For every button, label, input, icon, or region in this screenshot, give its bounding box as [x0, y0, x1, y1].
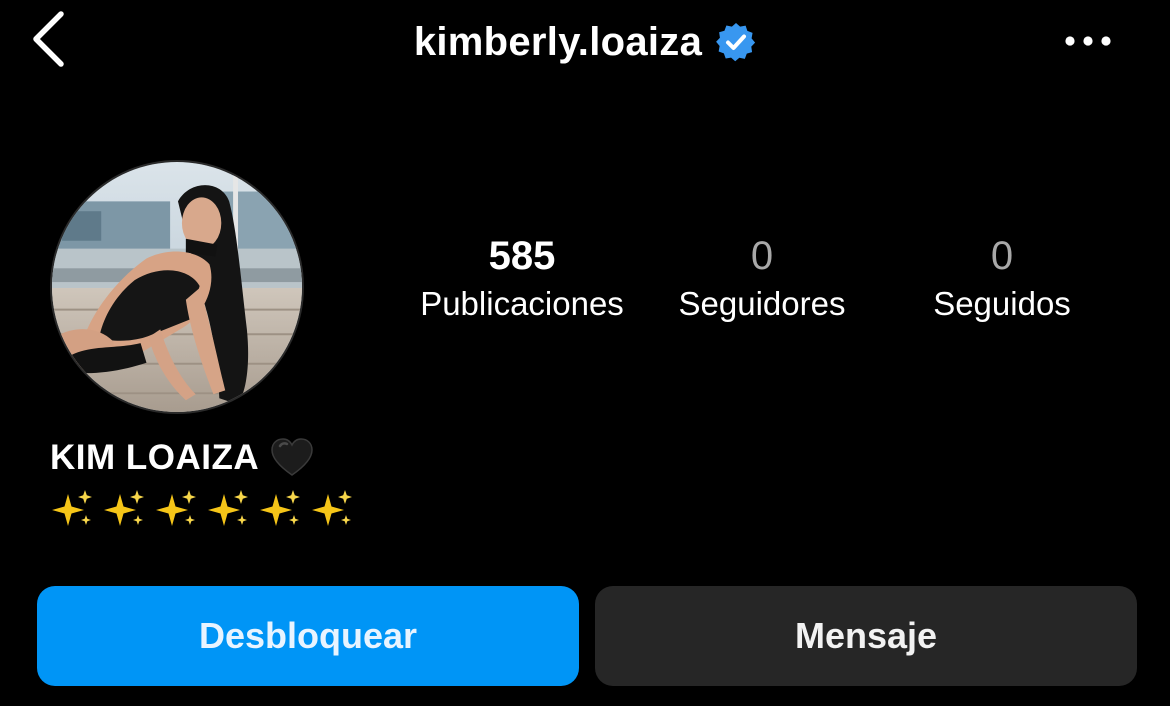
sparkles-icon [52, 488, 94, 530]
display-name: KIM LOAIZA [50, 438, 260, 477]
sparkles-icon [312, 488, 354, 530]
followers-count: 0 [750, 234, 774, 278]
followers-label: Seguidores [678, 285, 846, 322]
stat-posts[interactable]: 585 Publicaciones [402, 230, 642, 326]
profile-photo [52, 162, 302, 412]
sparkles-icon [104, 488, 146, 530]
profile-avatar[interactable] [50, 160, 304, 414]
sparkles-icon [260, 488, 302, 530]
unblock-button[interactable]: Desbloquear [37, 586, 579, 686]
stat-followers[interactable]: 0 Seguidores [652, 230, 872, 326]
stat-following[interactable]: 0 Seguidos [902, 230, 1102, 326]
following-label: Seguidos [933, 285, 1071, 322]
username-title: kimberly.loaiza [413, 19, 703, 64]
display-name-row: KIM LOAIZA [50, 438, 313, 478]
black-heart-icon [271, 438, 313, 478]
posts-label: Publicaciones [420, 285, 624, 322]
message-button[interactable]: Mensaje [595, 586, 1137, 686]
sparkles-icon [156, 488, 198, 530]
bio-emojis [52, 488, 354, 530]
profile-header: kimberly.loaiza [0, 14, 1170, 70]
more-horizontal-icon [1063, 34, 1113, 52]
more-options-button[interactable] [1058, 18, 1118, 68]
posts-count: 585 [488, 234, 556, 278]
following-count: 0 [990, 234, 1014, 278]
verified-badge-icon [716, 22, 756, 62]
sparkles-icon [208, 488, 250, 530]
